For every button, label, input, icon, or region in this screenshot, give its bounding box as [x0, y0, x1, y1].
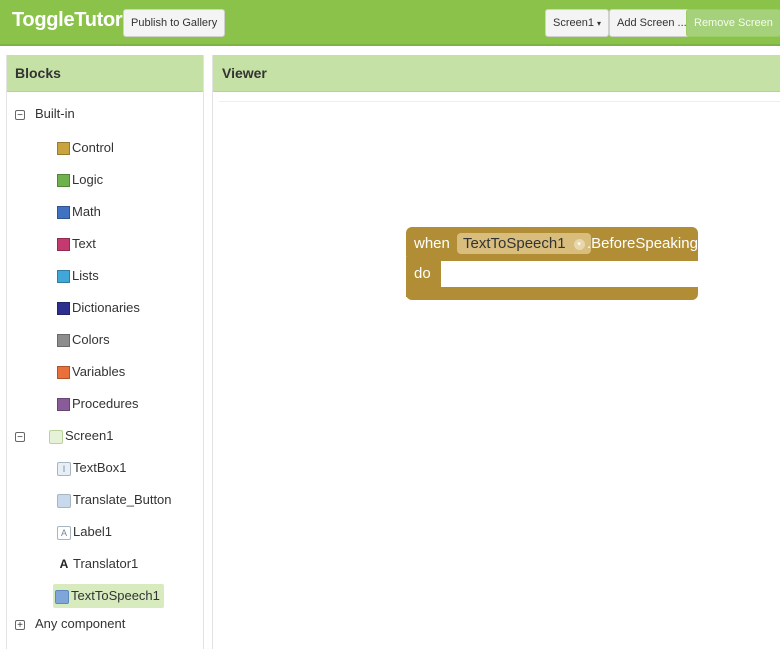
tree-item-label: Built-in	[35, 106, 75, 121]
drawer-procedures[interactable]: Procedures	[57, 392, 138, 416]
component-selector[interactable]: TextToSpeech1 ▾	[457, 233, 591, 254]
caret-down-icon: ▾	[596, 19, 601, 28]
viewer-panel-title: Viewer	[213, 55, 780, 92]
drawer-label: Procedures	[72, 396, 139, 411]
expand-icon[interactable]: +	[15, 619, 25, 630]
dictionaries-swatch-icon	[57, 302, 70, 316]
component-textbox1[interactable]: I TextBox1	[57, 456, 126, 480]
textbox-icon: I	[57, 461, 71, 476]
variables-swatch-icon	[57, 366, 70, 380]
translator-icon: A	[59, 556, 69, 571]
tree-item-screen1[interactable]: − Screen1	[15, 424, 113, 448]
component-label1[interactable]: A Label1	[57, 520, 112, 544]
lists-swatch-icon	[57, 270, 70, 284]
drawer-label: Colors	[72, 332, 110, 347]
drawer-dictionaries[interactable]: Dictionaries	[57, 296, 140, 320]
component-translator1[interactable]: A Translator1	[57, 552, 139, 576]
screen-dropdown[interactable]: Screen1 ▾	[545, 9, 609, 37]
colors-swatch-icon	[57, 334, 70, 348]
publish-to-gallery-button[interactable]: Publish to Gallery	[123, 9, 226, 37]
tree-item-label: Screen1	[65, 428, 114, 443]
drawer-colors[interactable]: Colors	[57, 328, 110, 352]
drawer-label: Lists	[72, 268, 99, 283]
component-label: Label1	[73, 524, 113, 539]
component-label: TextBox1	[73, 460, 127, 475]
component-label: Translate_Button	[73, 492, 172, 507]
component-label: Translator1	[73, 556, 139, 571]
drawer-math[interactable]: Math	[57, 200, 101, 224]
blocks-workspace[interactable]	[219, 101, 780, 649]
drawer-label: Text	[72, 236, 96, 251]
text-swatch-icon	[57, 238, 70, 252]
dropdown-arrow-icon[interactable]: ▾	[573, 238, 585, 250]
button-icon	[57, 493, 71, 508]
remove-screen-button[interactable]: Remove Screen	[686, 9, 780, 37]
event-name: .BeforeSpeaking	[587, 235, 698, 252]
drawer-logic[interactable]: Logic	[57, 168, 103, 192]
drawer-variables[interactable]: Variables	[57, 360, 125, 384]
collapse-icon[interactable]: −	[15, 109, 25, 120]
component-texttospeech1[interactable]: TextToSpeech1	[53, 584, 164, 608]
do-keyword: do	[414, 265, 431, 282]
component-translate-button[interactable]: Translate_Button	[57, 488, 172, 512]
drawer-text[interactable]: Text	[57, 232, 96, 256]
drawer-label: Dictionaries	[72, 300, 140, 315]
viewer-panel: Viewer	[212, 55, 780, 649]
blocks-panel: Blocks − Built-in Control Logic Math Text…	[6, 55, 204, 649]
logic-swatch-icon	[57, 174, 70, 188]
drawer-label: Control	[72, 140, 114, 155]
drawer-label: Logic	[72, 172, 104, 187]
blocks-panel-title: Blocks	[7, 55, 203, 92]
when-keyword: when	[414, 235, 450, 252]
tree-item-label: Any component	[35, 616, 126, 631]
add-screen-button[interactable]: Add Screen ...	[609, 9, 695, 37]
drawer-label: Math	[72, 204, 101, 219]
component-selector-label: TextToSpeech1	[463, 235, 566, 252]
procedures-swatch-icon	[57, 398, 70, 412]
event-block-footer	[406, 287, 698, 300]
drawer-lists[interactable]: Lists	[57, 264, 99, 288]
drawer-label: Variables	[72, 364, 126, 379]
top-toolbar: ToggleTutorial Publish to Gallery Screen…	[0, 0, 780, 46]
screen-dropdown-label: Screen1	[553, 17, 594, 29]
component-label: TextToSpeech1	[71, 588, 160, 603]
collapse-icon[interactable]: −	[15, 431, 25, 442]
tree-item-any-component[interactable]: + Any component	[15, 612, 125, 636]
event-block-texttospeech-beforespeaking[interactable]: when TextToSpeech1 ▾ .BeforeSpeaking do	[406, 227, 698, 302]
math-swatch-icon	[57, 206, 70, 220]
label-icon: A	[57, 525, 71, 540]
tree-item-builtin[interactable]: − Built-in	[15, 102, 75, 126]
do-statement-slot[interactable]	[441, 261, 698, 287]
speech-icon	[55, 589, 69, 604]
drawer-control[interactable]: Control	[57, 136, 114, 160]
screen-icon	[49, 429, 63, 444]
control-swatch-icon	[57, 142, 70, 156]
